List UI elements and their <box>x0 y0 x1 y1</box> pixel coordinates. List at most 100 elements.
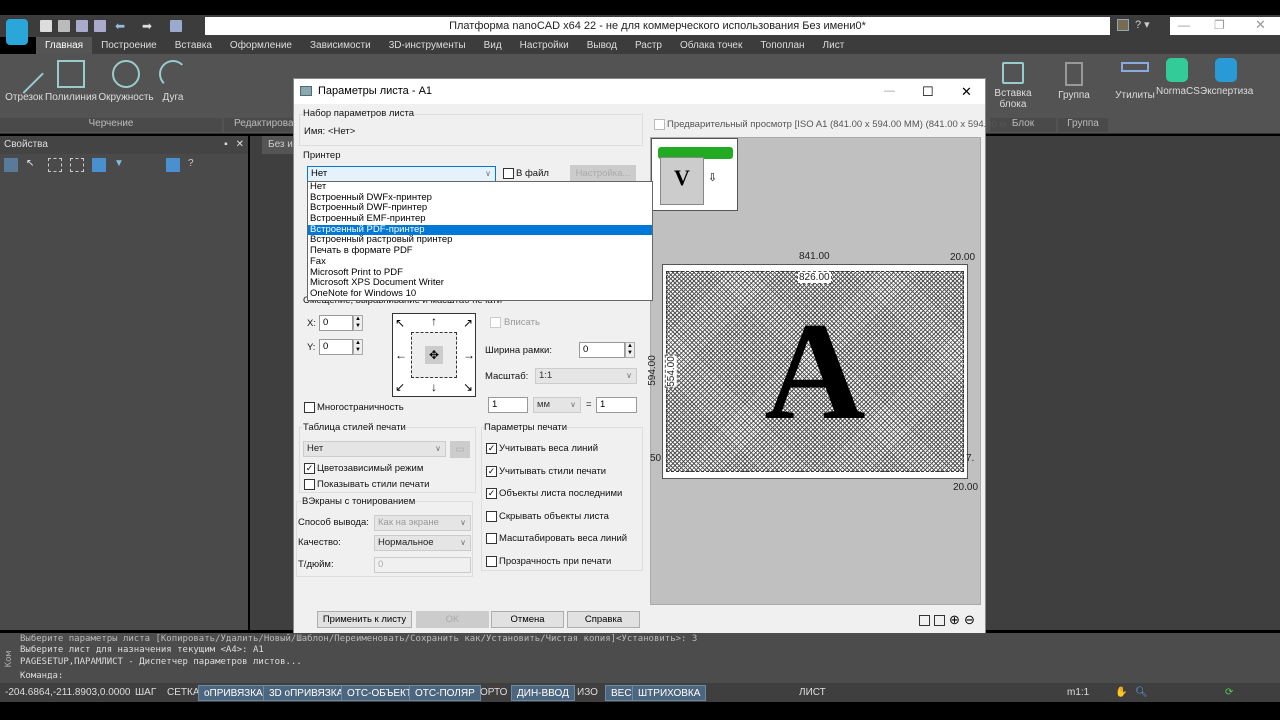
tab-vstavka[interactable]: Вставка <box>166 37 221 54</box>
preview-checkbox[interactable] <box>654 119 665 130</box>
x-offset-spinner[interactable]: ▲ ▼ <box>353 315 363 331</box>
tab-list[interactable]: Лист <box>814 37 854 54</box>
arrow-right-icon[interactable]: → <box>463 348 475 362</box>
printer-option[interactable]: Печать в формате PDF <box>308 245 652 257</box>
arrow-up-right-icon[interactable]: ↗ <box>463 316 473 330</box>
open-file-icon[interactable] <box>58 20 70 32</box>
help-button[interactable]: Справка <box>567 611 640 628</box>
tab-nastroyki[interactable]: Настройки <box>511 37 578 54</box>
status-toggle[interactable]: ОТС-ПОЛЯР <box>409 685 481 701</box>
y-offset-spinner[interactable]: ▲ ▼ <box>353 339 363 355</box>
command-prompt[interactable]: Команда: <box>20 671 63 681</box>
status-toggle[interactable]: ДИН-ВВОД <box>511 685 575 701</box>
printer-select[interactable]: Нет ∨ <box>307 166 496 182</box>
tab-postroenie[interactable]: Построение <box>92 37 166 54</box>
scale-unit-select[interactable]: мм ∨ <box>533 397 581 413</box>
polyline-button[interactable]: Полилиния <box>45 60 97 103</box>
zoom-icon[interactable]: 🔍︎ <box>1130 685 1153 701</box>
arrow-left-icon[interactable]: ← <box>395 348 407 362</box>
zoom-window-icon[interactable] <box>934 615 945 626</box>
tab-vid[interactable]: Вид <box>475 37 511 54</box>
command-line[interactable]: Ком Выберите параметры листа [Копировать… <box>0 633 1280 683</box>
minimize-icon[interactable]: — <box>1178 18 1190 32</box>
print-param-checkbox[interactable]: ✓ <box>486 488 497 499</box>
print-param-checkbox[interactable] <box>486 533 497 544</box>
status-toggle[interactable]: ШАГ <box>130 685 161 701</box>
close-icon[interactable]: ✕ <box>1255 17 1266 33</box>
status-toggle[interactable]: 3D оПРИВЯЗКА <box>263 685 350 701</box>
line-button[interactable]: Отрезок <box>4 54 44 103</box>
utilities-button[interactable]: Утилиты <box>1115 62 1155 101</box>
printer-option[interactable]: OneNote for Windows 10 <box>308 288 652 300</box>
ok-button[interactable]: OK <box>416 611 489 628</box>
help-icon[interactable]: ? ▾ <box>1135 18 1150 31</box>
status-toggle[interactable]: оПРИВЯЗКА <box>198 685 269 701</box>
edit-style-button[interactable]: ▭ <box>450 441 470 458</box>
circle-button[interactable]: Окружность <box>98 60 154 103</box>
arrow-down-icon[interactable]: ↓ <box>431 380 437 394</box>
filter-icon[interactable]: ▼ <box>114 158 128 172</box>
multipage-checkbox[interactable] <box>304 402 315 413</box>
nanocad-logo[interactable] <box>6 19 28 45</box>
save-as-icon[interactable] <box>94 20 106 32</box>
y-offset-input[interactable]: 0 <box>319 339 353 355</box>
new-file-icon[interactable] <box>40 20 52 32</box>
select-window-icon[interactable] <box>48 158 62 172</box>
help-circle-icon[interactable]: ? <box>188 158 202 172</box>
style-table-select[interactable]: Нет ∨ <box>303 441 446 457</box>
printer-setup-button[interactable]: Настройка... <box>570 165 636 182</box>
print-param-checkbox[interactable]: ✓ <box>486 443 497 454</box>
arrow-up-left-icon[interactable]: ↖ <box>395 316 405 330</box>
frame-width-spinner[interactable]: ▲ ▼ <box>625 342 635 358</box>
tab-rastr[interactable]: Растр <box>626 37 671 54</box>
insert-block-button[interactable]: Вставка блока <box>993 62 1033 110</box>
arc-button[interactable]: Дуга <box>158 60 188 103</box>
dialog-maximize-icon[interactable]: ☐ <box>922 79 934 104</box>
cancel-button[interactable]: Отмена <box>491 611 564 628</box>
to-file-checkbox[interactable] <box>503 168 514 179</box>
zoom-out-icon[interactable]: ⊖ <box>964 612 975 628</box>
save-icon[interactable] <box>76 20 88 32</box>
quick-select-icon[interactable] <box>92 158 106 172</box>
scale-select[interactable]: 1:1 ∨ <box>535 368 637 384</box>
pick-icon[interactable] <box>166 158 180 172</box>
fit-checkbox[interactable] <box>490 317 501 328</box>
redo-icon[interactable]: ➡ <box>142 20 154 32</box>
arrow-up-icon[interactable]: ↑ <box>431 314 437 328</box>
printer-option[interactable]: Fax <box>308 256 652 268</box>
print-param-checkbox[interactable] <box>486 555 497 567</box>
undo-icon[interactable]: ⬅ <box>115 20 127 32</box>
print-icon[interactable] <box>170 20 182 32</box>
dialog-close-icon[interactable]: ✕ <box>961 79 972 104</box>
zoom-extents-icon[interactable] <box>919 615 930 626</box>
select-icon[interactable] <box>4 158 18 172</box>
status-toggle[interactable]: ОРТО <box>475 685 512 701</box>
tab-glavnaya[interactable]: Главная <box>36 37 93 54</box>
color-dependent-checkbox[interactable]: ✓ <box>304 463 315 474</box>
close-panel-icon[interactable]: ✕ <box>236 139 244 150</box>
frame-width-input[interactable]: 0 <box>579 342 625 358</box>
dpi-input[interactable]: 0 <box>374 557 471 573</box>
annotation-scale[interactable]: m1:1 <box>1062 685 1094 701</box>
tab-3d[interactable]: 3D-инструменты <box>380 37 475 54</box>
apply-to-sheet-button[interactable]: Применить к листу <box>317 611 412 628</box>
group-button[interactable]: Группа <box>1056 62 1092 101</box>
arrow-down-right-icon[interactable]: ↘ <box>463 380 473 394</box>
workspace-icon[interactable] <box>1117 19 1129 31</box>
quality-select[interactable]: Нормальное ∨ <box>374 535 471 551</box>
sheet-label[interactable]: ЛИСТ <box>794 685 831 701</box>
x-offset-input[interactable]: 0 <box>319 315 353 331</box>
normacs-button[interactable]: NormaCS <box>1156 58 1200 97</box>
zoom-in-icon[interactable]: ⊕ <box>949 612 960 628</box>
arrow-down-left-icon[interactable]: ↙ <box>395 380 405 394</box>
print-param-checkbox[interactable]: ✓ <box>486 465 497 477</box>
expertiza-button[interactable]: Экспертиза <box>1200 58 1253 97</box>
pin-icon[interactable]: ▪ <box>224 139 228 150</box>
pointer-icon[interactable]: ↖ <box>26 158 40 172</box>
status-toggle[interactable]: ИЗО <box>572 685 603 701</box>
status-toggle[interactable]: ОТС-ОБЪЕКТ <box>341 685 418 701</box>
alignment-grid[interactable]: ✥ ↑ ↓ ← → ↖ ↗ ↙ ↘ <box>392 313 476 397</box>
scale-right-input[interactable]: 1 <box>596 397 637 413</box>
sync-icon[interactable]: ⟳ <box>1220 685 1238 701</box>
restore-icon[interactable]: ❐ <box>1214 18 1225 32</box>
